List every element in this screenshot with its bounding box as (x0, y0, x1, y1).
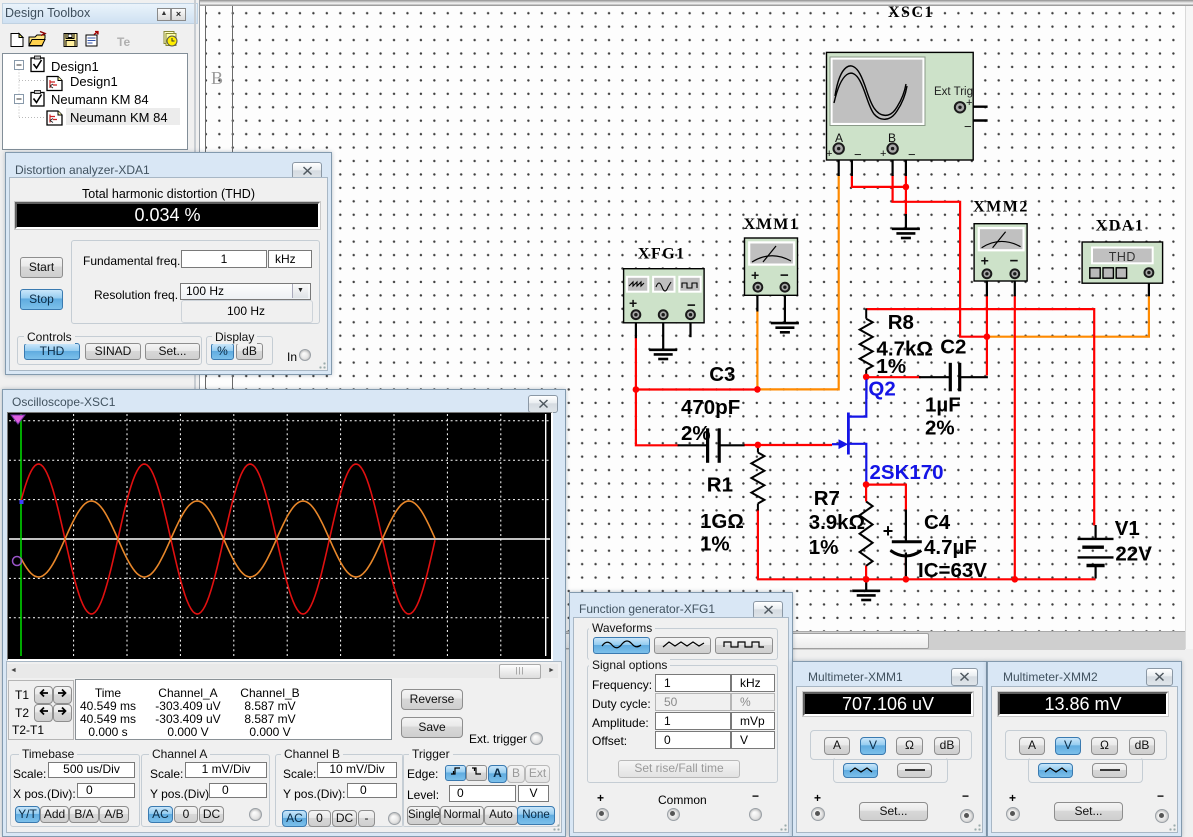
svg-text:+: + (629, 295, 637, 311)
svg-text:1%: 1% (877, 355, 907, 378)
svg-text:Q2: Q2 (868, 378, 895, 401)
svg-text:−: − (964, 119, 972, 134)
svg-text:+: + (751, 267, 759, 283)
svg-text:V1: V1 (1115, 517, 1140, 540)
svg-text:R8: R8 (888, 311, 914, 334)
svg-text:Te: Te (117, 35, 130, 49)
svg-text:470pF: 470pF (681, 396, 740, 419)
svg-text:3.9kΩ: 3.9kΩ (809, 511, 865, 534)
svg-text:XFG1: XFG1 (638, 246, 686, 263)
svg-text:THD: THD (1109, 250, 1136, 264)
svg-text:2%: 2% (925, 416, 955, 439)
svg-text:XMM2: XMM2 (973, 199, 1029, 216)
svg-text:XMM1: XMM1 (744, 216, 800, 233)
svg-text:+: + (883, 521, 894, 541)
svg-text:+: + (880, 148, 886, 160)
svg-text:−: − (908, 147, 916, 162)
svg-text:2%: 2% (681, 422, 711, 445)
svg-text:C4: C4 (924, 511, 951, 534)
svg-text:1%: 1% (700, 533, 730, 556)
svg-text:−: − (1010, 253, 1019, 270)
svg-text:XSC1: XSC1 (888, 4, 934, 21)
svg-text:2SK170: 2SK170 (870, 461, 944, 484)
svg-text:22V: 22V (1115, 542, 1152, 565)
svg-text:1µF: 1µF (925, 393, 961, 416)
svg-text:IC=63V: IC=63V (918, 559, 987, 582)
svg-text:XDA1: XDA1 (1096, 217, 1145, 234)
svg-text:−: − (854, 147, 862, 162)
svg-text:4.7µF: 4.7µF (924, 536, 977, 559)
svg-text:+: + (966, 97, 972, 109)
svg-text:−: − (780, 267, 789, 284)
svg-text:C3: C3 (709, 363, 735, 386)
svg-text:C2: C2 (940, 336, 966, 359)
svg-text:1%: 1% (809, 536, 839, 559)
svg-text:+: + (826, 148, 832, 160)
svg-text:1GΩ: 1GΩ (700, 510, 744, 533)
svg-text:R7: R7 (814, 487, 840, 510)
svg-text:+: + (981, 253, 989, 269)
svg-text:R1: R1 (707, 473, 733, 496)
